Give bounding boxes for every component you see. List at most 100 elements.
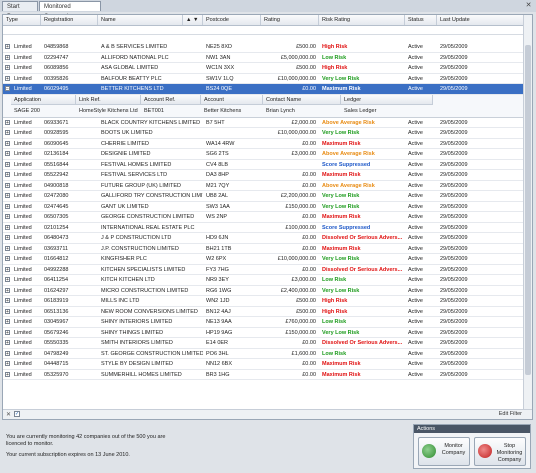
table-row[interactable]: + Limited 03045967 SHINY INTERIORS LIMITED N…: [3, 317, 525, 328]
cell-name: BLACK COUNTRY KITCHENS LIMITED: [101, 119, 201, 126]
table-row[interactable]: + Limited 03693711 J.P. CONSTRUCTION LIMITE…: [3, 244, 525, 254]
expand-row-icon[interactable]: +: [5, 287, 10, 293]
detail-value: BET001: [144, 107, 164, 114]
expand-row-icon[interactable]: +: [5, 308, 10, 314]
table-row[interactable]: + Limited 02101254 INTERNATIONAL REAL ESTAT…: [3, 223, 525, 233]
table-row[interactable]: + Limited 05516844 FESTIVAL HOMES LIMITED CV…: [3, 160, 525, 170]
expand-row-icon[interactable]: +: [5, 235, 10, 241]
scrollbar-thumb[interactable]: [525, 45, 531, 375]
table-row[interactable]: + Limited 02474645 GANT UK LIMITED SW3 1AA £1…: [3, 202, 525, 212]
expand-row-icon[interactable]: +: [5, 329, 10, 335]
cell-risk: Maximum Risk: [322, 214, 361, 220]
filter-enabled-checkbox[interactable]: ✓: [14, 411, 20, 417]
cell-status: Active: [408, 44, 423, 50]
expand-row-icon[interactable]: +: [5, 172, 10, 178]
detail-header[interactable]: Account Ref.: [141, 94, 201, 105]
table-row[interactable]: + Limited 00395826 BALFOUR BEATTY PLC SW1V 1…: [3, 74, 525, 84]
table-row[interactable]: + Limited 02294747 ALLIFORD NATIONAL PLC NW1…: [3, 53, 525, 63]
table-row[interactable]: + Limited 04798249 ST. GEORGE CONSTRUCTION …: [3, 349, 525, 359]
table-row[interactable]: + Limited 01624297 MICRO CONSTRUCTION LIMIT…: [3, 286, 525, 296]
table-row[interactable]: + Limited 06480473 J & P CONSTRUCTION LTD HD…: [3, 233, 525, 244]
expand-row-icon[interactable]: +: [5, 224, 10, 230]
table-row[interactable]: + Limited 05550335 SMITH INTERIORS LIMITED E…: [3, 338, 525, 349]
detail-header[interactable]: Application: [11, 94, 76, 105]
expand-row-icon[interactable]: +: [5, 256, 10, 262]
table-row[interactable]: + Limited 05325970 SUMMERHILL HOMES LIMITED…: [3, 370, 525, 380]
expand-row-icon[interactable]: +: [5, 361, 10, 367]
edit-filter-button[interactable]: Edit Filter: [499, 410, 522, 419]
expand-row-icon[interactable]: +: [5, 203, 10, 209]
clear-filter-icon[interactable]: ✕: [6, 411, 11, 418]
table-row[interactable]: + Limited 00928595 BOOTS UK LIMITED £10,000,…: [3, 128, 525, 139]
table-row[interactable]: + Limited 06089856 ASA GLOBAL LIMITED WC1N 3…: [3, 63, 525, 74]
column-header-last-update[interactable]: Last Update: [437, 15, 525, 25]
table-row[interactable]: + Limited 02472080 GALLIFORD TRY CONSTRUCTI…: [3, 191, 525, 202]
expand-row-icon[interactable]: +: [5, 75, 10, 81]
table-row[interactable]: + Limited 06507305 GEORGE CONSTRUCTION LIMI…: [3, 212, 525, 223]
cell-reg: 04859868: [44, 44, 69, 50]
table-row[interactable]: + Limited 05679246 SHINY THINGS LIMITED HP19…: [3, 328, 525, 338]
detail-header[interactable]: Ledger: [341, 94, 433, 105]
tab-monitored-companies[interactable]: Monitored Companies: [39, 1, 101, 20]
cell-rating: £2,400,000.00: [280, 287, 316, 294]
filter-row[interactable]: [3, 26, 525, 35]
expand-row-icon[interactable]: +: [5, 350, 10, 356]
collapse-row-icon[interactable]: −: [5, 86, 10, 92]
cell-risk: High Risk: [322, 298, 348, 304]
expand-row-icon[interactable]: +: [5, 44, 10, 50]
detail-header[interactable]: Link Ref.: [76, 94, 141, 105]
table-row[interactable]: + Limited 06090645 CHERRIE LIMITED WA14 4RW £…: [3, 139, 525, 149]
table-row[interactable]: + Limited 04900818 FUTURE GROUP (UK) LIMITE…: [3, 181, 525, 191]
column-header-name[interactable]: Name: [98, 15, 183, 25]
column-header-type[interactable]: Type: [3, 15, 41, 25]
expand-row-icon[interactable]: +: [5, 298, 10, 304]
vertical-scrollbar[interactable]: [523, 15, 532, 419]
expand-row-icon[interactable]: +: [5, 193, 10, 199]
cell-type: Limited: [14, 161, 32, 168]
expand-row-icon[interactable]: +: [5, 130, 10, 136]
tab-start-page[interactable]: Start Page: [2, 1, 38, 20]
expand-row-icon[interactable]: +: [5, 340, 10, 346]
column-header-registration[interactable]: Registration: [41, 15, 98, 25]
table-row[interactable]: + Limited 04448715 STYLE BY DESIGN LIMITED N…: [3, 359, 525, 370]
stop-monitoring-button[interactable]: Stop Monitoring Company: [474, 437, 526, 466]
column-header-postcode[interactable]: Postcode: [203, 15, 261, 25]
expand-row-icon[interactable]: +: [5, 266, 10, 272]
monitor-company-button[interactable]: Monitor Company: [418, 437, 470, 466]
expand-row-icon[interactable]: +: [5, 371, 10, 377]
table-row[interactable]: + Limited 06933671 BLACK COUNTRY KITCHENS L…: [3, 118, 525, 128]
column-header-status[interactable]: Status: [405, 15, 437, 25]
table-row[interactable]: + Limited 04992288 KITCHEN SPECIALISTS LIMI…: [3, 265, 525, 275]
table-row[interactable]: + Limited 02136184 DESIGNIE LIMITED SG6 2TS £…: [3, 149, 525, 160]
table-row[interactable]: + Limited 05522942 FESTIVAL SERVICES LTD DA3…: [3, 170, 525, 181]
expand-row-icon[interactable]: +: [5, 151, 10, 157]
expand-row-icon[interactable]: +: [5, 182, 10, 188]
expand-row-icon[interactable]: +: [5, 214, 10, 220]
expand-row-icon[interactable]: +: [5, 245, 10, 251]
column-header-sort[interactable]: ▲ ▼: [183, 15, 203, 25]
detail-value: Sales Ledger: [344, 107, 377, 114]
cell-updated: 29/05/2009: [440, 224, 468, 231]
column-header-risk-rating[interactable]: Risk Rating: [319, 15, 405, 25]
table-row[interactable]: + Limited 06513136 NEW ROOM CONVERSIONS LIM…: [3, 307, 525, 317]
cell-updated: 29/05/2009: [440, 266, 468, 273]
close-icon[interactable]: ✕: [524, 1, 533, 10]
table-row[interactable]: − Limited 06029495 BETTER KITCHENS LTD BS24 …: [3, 84, 525, 95]
expand-row-icon[interactable]: +: [5, 119, 10, 125]
table-row[interactable]: + Limited 04859868 A & B SERVICES LIMITED NE…: [3, 42, 525, 53]
detail-header[interactable]: Account: [201, 94, 263, 105]
table-row[interactable]: + Limited 01664812 KINGFISHER PLC W2 6PX £10,…: [3, 254, 525, 265]
expand-row-icon[interactable]: +: [5, 277, 10, 283]
detail-header[interactable]: Contact Name: [263, 94, 341, 105]
cell-updated: 29/05/2009: [440, 140, 468, 147]
expand-row-icon[interactable]: +: [5, 140, 10, 146]
table-row[interactable]: + Limited 06183919 MILLS INC LTD WN2 1JD £500…: [3, 296, 525, 307]
table-row[interactable]: + Limited 06411254 KITCH KITCHEN LTD NR9 3EY…: [3, 275, 525, 286]
expand-row-icon[interactable]: +: [5, 54, 10, 60]
column-header-rating[interactable]: Rating: [261, 15, 319, 25]
expand-row-icon[interactable]: +: [5, 161, 10, 167]
cell-postcode: [203, 223, 261, 233]
expand-row-icon[interactable]: +: [5, 319, 10, 325]
cell-name: GANT UK LIMITED: [101, 203, 149, 210]
expand-row-icon[interactable]: +: [5, 65, 10, 71]
